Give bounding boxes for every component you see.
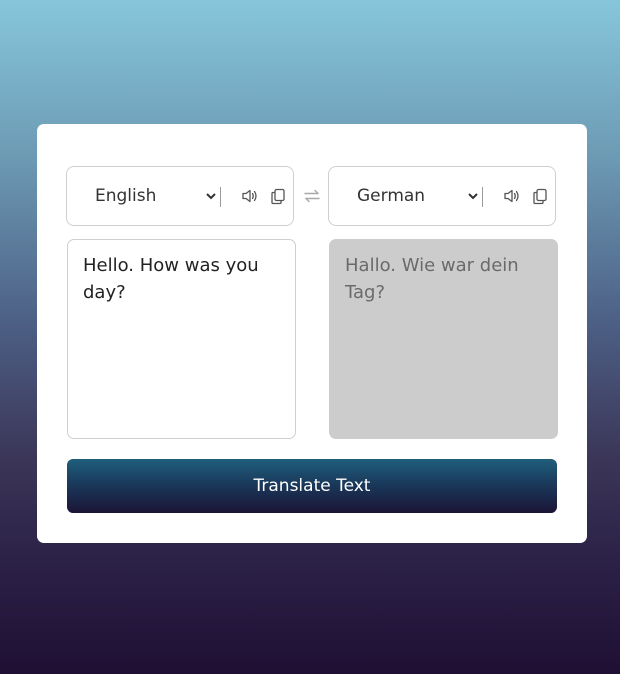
source-text-input[interactable]: Hello. How was you day? bbox=[67, 239, 296, 439]
copy-icon[interactable] bbox=[530, 186, 550, 206]
translate-button[interactable]: Translate Text bbox=[67, 459, 557, 513]
controls-divider bbox=[482, 187, 483, 207]
translator-card: English German Hello. How was you day? H… bbox=[37, 124, 587, 543]
exchange-icon[interactable] bbox=[301, 187, 323, 205]
speaker-icon[interactable] bbox=[502, 186, 522, 206]
to-language-controls: German bbox=[328, 166, 556, 226]
controls-divider bbox=[220, 187, 221, 207]
from-language-controls: English bbox=[66, 166, 294, 226]
translated-text-output[interactable] bbox=[329, 239, 558, 439]
from-language-select[interactable]: English bbox=[85, 183, 219, 209]
to-language-select[interactable]: German bbox=[347, 183, 481, 209]
copy-icon[interactable] bbox=[268, 186, 288, 206]
speaker-icon[interactable] bbox=[240, 186, 260, 206]
